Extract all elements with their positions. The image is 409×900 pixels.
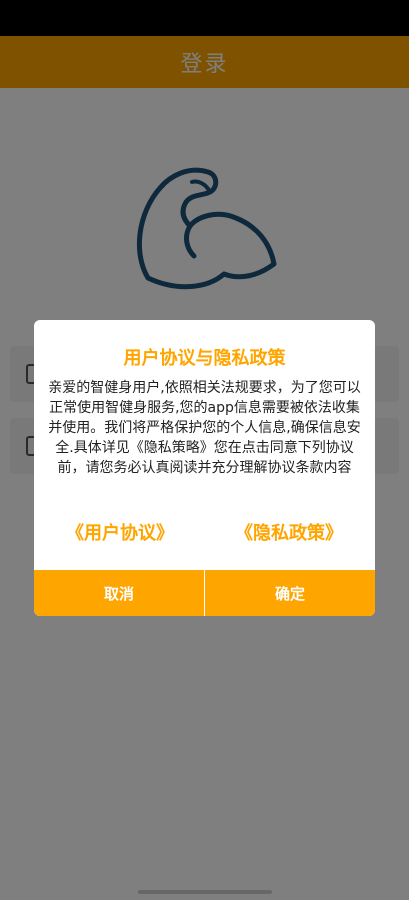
privacy-dialog: 用户协议与隐私政策 亲爱的智健身用户,依照相关法规要求，为了您可以正常使用智健身… <box>34 320 375 616</box>
dialog-button-bar: 取消 确定 <box>34 570 375 616</box>
cancel-button[interactable]: 取消 <box>34 570 205 616</box>
confirm-button[interactable]: 确定 <box>205 570 375 616</box>
user-agreement-link[interactable]: 《用户协议》 <box>66 519 174 545</box>
privacy-policy-link[interactable]: 《隐私政策》 <box>235 519 343 545</box>
dialog-title: 用户协议与隐私政策 <box>123 348 286 369</box>
dialog-body-text: 亲爱的智健身用户,依照相关法规要求，为了您可以正常使用智健身服务,您的app信息… <box>48 380 361 476</box>
